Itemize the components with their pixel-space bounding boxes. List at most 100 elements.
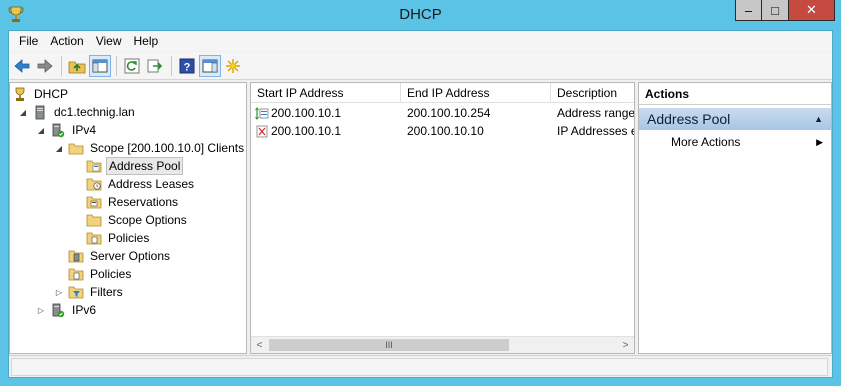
toolbar-separator bbox=[116, 55, 117, 76]
tree-node-server-options[interactable]: Server Options bbox=[68, 247, 172, 265]
scroll-right-arrow-icon[interactable]: > bbox=[617, 337, 634, 353]
expand-icon[interactable]: ▷ bbox=[36, 306, 46, 315]
tree-node-policies[interactable]: Policies bbox=[68, 265, 133, 283]
help-icon: ? bbox=[179, 58, 195, 73]
tree-label: IPv6 bbox=[72, 303, 97, 317]
window-title: DHCP bbox=[399, 6, 442, 23]
tree-node-reservations[interactable]: Reservations bbox=[86, 193, 180, 211]
up-one-level-button[interactable] bbox=[66, 55, 88, 77]
status-cell bbox=[11, 358, 828, 376]
status-bar bbox=[9, 355, 832, 377]
expand-icon[interactable]: ▷ bbox=[54, 288, 64, 297]
collapse-icon[interactable]: ◢ bbox=[54, 144, 64, 153]
toolbar-separator bbox=[171, 55, 172, 76]
column-start-ip[interactable]: Start IP Address bbox=[251, 83, 401, 103]
list-item[interactable]: 200.100.10.1 200.100.10.254 Address rang… bbox=[251, 104, 634, 122]
close-button[interactable]: ✕ bbox=[789, 0, 835, 21]
show-hide-console-tree-icon bbox=[92, 59, 108, 72]
dhcp-window: DHCP – □ ✕ File Action View Help ? DHCP … bbox=[0, 0, 841, 386]
collapse-caret-icon[interactable]: ▲ bbox=[814, 108, 823, 130]
address-pool-icon bbox=[86, 158, 102, 174]
actions-pane: Actions Address Pool ▲ More Actions ▶ bbox=[638, 82, 832, 354]
exclusion-range-icon bbox=[256, 125, 268, 138]
collapse-icon[interactable]: ◢ bbox=[18, 108, 28, 117]
back-arrow-icon bbox=[14, 58, 30, 73]
description-cell: Address range bbox=[557, 106, 634, 120]
tree-node-address-pool[interactable]: Address Pool bbox=[86, 157, 184, 175]
new-star-icon bbox=[226, 58, 240, 73]
svg-text:?: ? bbox=[184, 61, 191, 73]
tree-label: Policies bbox=[90, 267, 132, 281]
tree-node-address-leases[interactable]: Address Leases bbox=[86, 175, 196, 193]
mmc-client-area: File Action View Help ? DHCP ◢ dc1.techn… bbox=[8, 30, 833, 378]
tree-label: Reservations bbox=[108, 195, 179, 209]
list-item[interactable]: 200.100.10.1 200.100.10.10 IP Addresses … bbox=[251, 122, 634, 140]
scroll-left-arrow-icon[interactable]: < bbox=[251, 337, 268, 353]
actions-group-header[interactable]: Address Pool ▲ bbox=[639, 108, 831, 130]
folder-icon bbox=[68, 140, 84, 156]
export-list-button[interactable] bbox=[144, 55, 166, 77]
refresh-icon bbox=[124, 58, 140, 73]
window-controls: – □ ✕ bbox=[735, 0, 835, 21]
start-ip-cell: 200.100.10.1 bbox=[251, 122, 401, 140]
ipv4-server-icon bbox=[50, 122, 66, 138]
column-description[interactable]: Description bbox=[551, 83, 634, 103]
new-scope-button[interactable] bbox=[222, 55, 244, 77]
forward-arrow-icon bbox=[37, 58, 53, 73]
back-button[interactable] bbox=[11, 55, 33, 77]
start-ip-text: 200.100.10.1 bbox=[271, 124, 342, 138]
end-ip-cell: 200.100.10.10 bbox=[407, 124, 484, 138]
collapse-icon[interactable]: ◢ bbox=[36, 126, 46, 135]
tree-label: Scope [200.100.10.0] Clients bbox=[90, 141, 245, 155]
action-label: More Actions bbox=[671, 135, 741, 149]
scope-options-icon bbox=[86, 212, 102, 228]
title-bar[interactable]: DHCP – □ ✕ bbox=[0, 0, 841, 30]
server-options-icon bbox=[68, 248, 84, 264]
filters-icon bbox=[68, 284, 84, 300]
tree-node-ipv6[interactable]: ▷ IPv6 bbox=[36, 301, 98, 319]
tree-node-scope-options[interactable]: Scope Options bbox=[86, 211, 189, 229]
server-icon bbox=[32, 104, 48, 120]
horizontal-scrollbar[interactable]: < III > bbox=[251, 336, 634, 353]
more-actions-item[interactable]: More Actions ▶ bbox=[639, 133, 831, 151]
tree-node-scope-policies[interactable]: Policies bbox=[86, 229, 151, 247]
submenu-arrow-icon: ▶ bbox=[816, 137, 823, 147]
results-list: Start IP Address End IP Address Descript… bbox=[250, 82, 635, 354]
tree-label: Server Options bbox=[90, 249, 171, 263]
tree-label: DHCP bbox=[34, 87, 69, 101]
show-hide-console-tree-button[interactable] bbox=[89, 54, 111, 77]
column-end-ip[interactable]: End IP Address bbox=[401, 83, 551, 103]
policies-icon bbox=[86, 230, 102, 246]
minimize-button[interactable]: – bbox=[735, 0, 762, 21]
tree-node-dhcp[interactable]: DHCP bbox=[12, 85, 70, 103]
dhcp-trophy-icon bbox=[12, 86, 28, 102]
menu-bar: File Action View Help bbox=[9, 31, 832, 51]
end-ip-cell: 200.100.10.254 bbox=[407, 106, 491, 120]
tree-label: Filters bbox=[90, 285, 123, 299]
tree-node-filters[interactable]: ▷ Filters bbox=[54, 283, 125, 301]
toolbar: ? bbox=[9, 52, 832, 80]
forward-button[interactable] bbox=[34, 55, 56, 77]
help-button[interactable]: ? bbox=[176, 55, 198, 77]
tree-node-ipv4[interactable]: ◢ IPv4 bbox=[36, 121, 98, 139]
menu-view[interactable]: View bbox=[90, 31, 128, 51]
tree-node-server[interactable]: ◢ dc1.technig.lan bbox=[18, 103, 137, 121]
menu-action[interactable]: Action bbox=[44, 31, 89, 51]
tree-node-scope[interactable]: ◢ Scope [200.100.10.0] Clients bbox=[54, 139, 246, 157]
refresh-button[interactable] bbox=[121, 55, 143, 77]
maximize-button[interactable]: □ bbox=[762, 0, 789, 21]
show-hide-action-pane-icon bbox=[202, 59, 218, 72]
actions-group-label: Address Pool bbox=[647, 111, 731, 127]
show-hide-action-pane-button[interactable] bbox=[199, 54, 221, 77]
menu-file[interactable]: File bbox=[13, 31, 44, 51]
menu-help[interactable]: Help bbox=[128, 31, 165, 51]
reservations-icon bbox=[86, 194, 102, 210]
address-leases-icon bbox=[86, 176, 102, 192]
description-cell: IP Addresses e bbox=[557, 124, 634, 138]
start-ip-cell: 200.100.10.1 bbox=[251, 104, 401, 122]
console-tree: DHCP ◢ dc1.technig.lan ◢ IPv4 ◢ Scope [2… bbox=[9, 82, 247, 354]
list-header: Start IP Address End IP Address Descript… bbox=[251, 83, 634, 103]
scroll-thumb[interactable]: III bbox=[269, 339, 509, 351]
address-range-icon bbox=[255, 107, 269, 121]
tree-label: dc1.technig.lan bbox=[54, 105, 135, 119]
